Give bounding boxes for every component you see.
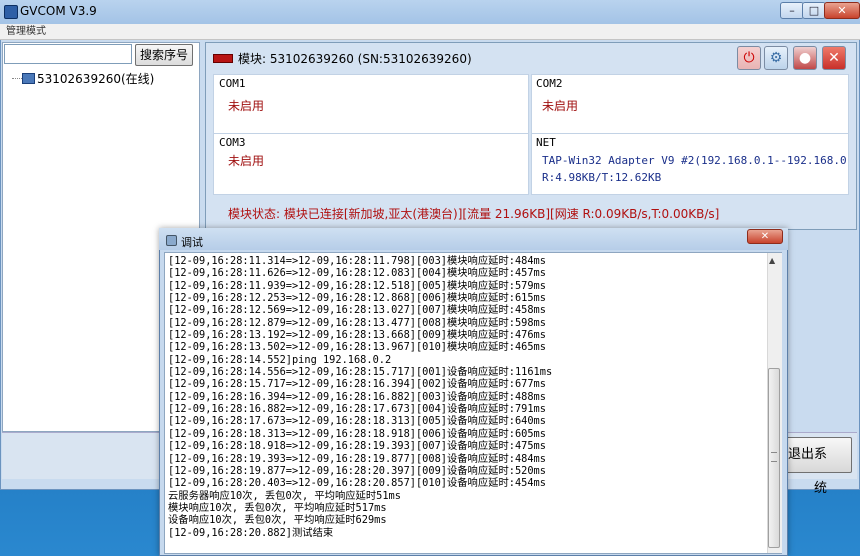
module-title: 模块: 53102639260 (SN:53102639260) (238, 52, 472, 66)
power-icon[interactable]: ⏻ (737, 46, 761, 70)
log-line: [12-09,16:28:16.882=>12-09,16:28:17.673]… (168, 403, 546, 416)
maximize-button[interactable]: □ (802, 2, 826, 19)
gear-icon[interactable]: ⚙ (764, 46, 788, 70)
log-line: 模块响应10次, 丢包0次, 平均响应延时517ms (168, 501, 387, 514)
log-line: [12-09,16:28:16.394=>12-09,16:28:16.882]… (168, 390, 546, 403)
log-line: [12-09,16:28:12.879=>12-09,16:28:13.477]… (168, 316, 546, 329)
log-line: 云服务器响应10次, 丢包0次, 平均响应延时51ms (168, 489, 401, 502)
debug-log: [12-09,16:28:11.314=>12-09,16:28:11.798]… (168, 255, 764, 539)
app-icon (4, 5, 18, 19)
log-line: [12-09,16:28:13.192=>12-09,16:28:13.668]… (168, 329, 546, 342)
log-line: [12-09,16:28:13.502=>12-09,16:28:13.967]… (168, 341, 546, 354)
device-icon (22, 73, 35, 84)
log-line: [12-09,16:28:17.673=>12-09,16:28:18.313]… (168, 415, 546, 428)
net-adapter: TAP-Win32 Adapter V9 #2(192.168.0.1--192… (542, 154, 848, 167)
search-input[interactable] (4, 44, 132, 64)
title-bar[interactable] (0, 0, 860, 24)
debug-title-bar[interactable] (159, 228, 788, 250)
tree-item-device[interactable]: 53102639260(在线) (37, 70, 154, 87)
log-line: [12-09,16:28:11.939=>12-09,16:28:12.518]… (168, 279, 546, 292)
globe-icon[interactable]: ● (793, 46, 817, 70)
log-line: [12-09,16:28:12.253=>12-09,16:28:12.868]… (168, 292, 546, 305)
log-line: [12-09,16:28:20.882]测试结束 (168, 526, 334, 539)
log-line: [12-09,16:28:14.556=>12-09,16:28:15.717]… (168, 366, 553, 379)
debug-close-button[interactable]: ✕ (747, 229, 783, 244)
log-line: [12-09,16:28:11.314=>12-09,16:28:11.798]… (168, 255, 546, 267)
module-icon (213, 54, 233, 63)
tree-connector (12, 78, 22, 80)
port-box-com2 (531, 74, 849, 136)
log-line: [12-09,16:28:18.918=>12-09,16:28:19.393]… (168, 440, 546, 453)
debug-title: 调试 (181, 236, 203, 249)
debug-window-icon (166, 235, 177, 246)
scroll-up-arrow-icon[interactable]: ▲ (769, 256, 775, 265)
port-name: COM1 (219, 77, 246, 90)
net-name: NET (536, 136, 556, 149)
port-status: 未启用 (228, 99, 265, 113)
module-status: 模块状态: 模块已连接[新加坡,亚太(港澳台)][流量 21.96KB][网速 … (228, 207, 720, 221)
log-line: 设备响应10次, 丢包0次, 平均响应延时629ms (168, 514, 387, 527)
log-line: [12-09,16:28:14.552]ping 192.168.0.2 (168, 353, 392, 366)
minimize-button[interactable]: – (780, 2, 804, 19)
close-module-icon[interactable]: ✕ (822, 46, 846, 70)
port-status: 未启用 (228, 154, 265, 168)
net-rate: R:4.98KB/T:12.62KB (542, 171, 662, 184)
port-name: COM3 (219, 136, 246, 149)
log-line: [12-09,16:28:15.717=>12-09,16:28:16.394]… (168, 378, 546, 391)
log-line: [12-09,16:28:18.313=>12-09,16:28:18.918]… (168, 427, 546, 440)
log-line: [12-09,16:28:19.393=>12-09,16:28:19.877]… (168, 452, 546, 465)
log-line: [12-09,16:28:19.877=>12-09,16:28:20.397]… (168, 464, 546, 477)
menu-admin-mode[interactable]: 管理模式 (0, 24, 860, 40)
scrollbar-grip-icon (771, 452, 777, 462)
log-line: [12-09,16:28:20.403=>12-09,16:28:20.857]… (168, 477, 546, 490)
log-line: [12-09,16:28:12.569=>12-09,16:28:13.027]… (168, 304, 546, 317)
window-title: GVCOM V3.9 (20, 4, 97, 18)
port-name: COM2 (536, 77, 563, 90)
log-line: [12-09,16:28:11.626=>12-09,16:28:12.083]… (168, 267, 546, 280)
close-button[interactable]: ✕ (824, 2, 860, 19)
port-status: 未启用 (542, 99, 579, 113)
search-button[interactable]: 搜索序号 (135, 44, 193, 66)
